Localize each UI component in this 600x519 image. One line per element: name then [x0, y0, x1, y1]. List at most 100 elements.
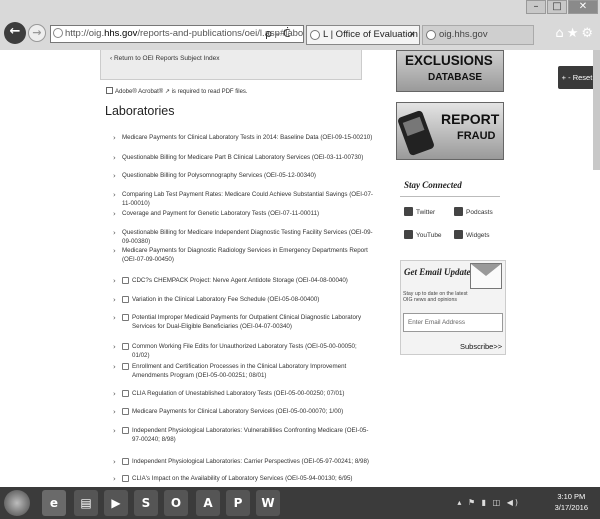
list-item[interactable]: › Independent Physiological Laboratories:… — [113, 458, 373, 467]
address-host: hhs.gov — [104, 28, 138, 39]
adobe-note-text[interactable]: Adobe® Acrobat® ↗ is required to read PD… — [115, 89, 248, 95]
report-link[interactable]: Coverage and Payment for Genetic Laborat… — [113, 210, 373, 219]
list-item[interactable]: › CDC?s CHEMPACK Project: Nerve Agent Ant… — [113, 277, 373, 286]
list-item[interactable]: › Questionable Billing for Medicare Indep… — [113, 229, 373, 246]
report-link[interactable]: Questionable Billing for Medicare Indepe… — [113, 229, 373, 246]
youtube-icon — [404, 230, 413, 239]
report-link[interactable]: Potential Improper Medicaid Payments for… — [113, 314, 373, 331]
report-fraud-banner[interactable]: REPORT FRAUD — [396, 102, 504, 160]
pdf-icon — [122, 427, 129, 434]
return-to-index-link[interactable]: ‹ Return to OEI Reports Subject Index — [110, 55, 219, 62]
exclusions-subtitle: DATABASE — [428, 72, 483, 83]
report-link[interactable]: Common Working File Edits for Unauthoriz… — [113, 343, 373, 360]
report-link[interactable]: Medicare Payments for Diagnostic Radiolo… — [113, 247, 373, 264]
back-button[interactable]: ← — [4, 22, 26, 44]
close-window-button[interactable]: ✕ — [568, 0, 598, 14]
stay-connected-heading: Stay Connected — [404, 180, 462, 190]
tab-oig-hhs-gov[interactable]: oig.hhs.gov — [422, 25, 534, 45]
web-page: ‹ Return to OEI Reports Subject Index Ad… — [0, 50, 600, 487]
home-icon[interactable]: ⌂ — [555, 26, 566, 41]
window-controls: – □ ✕ — [526, 0, 598, 16]
exclusions-database-banner[interactable]: EXCLUSIONS DATABASE — [396, 50, 504, 92]
list-item[interactable]: › Medicare Payments for Clinical Laborato… — [113, 134, 373, 143]
twitter-link[interactable]: Twitter — [404, 207, 435, 216]
scrollbar[interactable] — [593, 50, 600, 170]
search-refresh-icons[interactable]: ρ - Ċ — [265, 27, 291, 40]
chevron-right-icon: › — [113, 134, 116, 142]
tab-favicon-icon — [426, 30, 436, 40]
subscribe-button[interactable]: Subscribe>> — [460, 342, 502, 351]
start-button[interactable] — [4, 490, 30, 516]
report-link[interactable]: Variation in the Clinical Laboratory Fee… — [113, 296, 373, 305]
list-item[interactable]: › Potential Improper Medicaid Payments fo… — [113, 314, 373, 331]
chevron-right-icon: › — [113, 296, 116, 304]
internet-explorer-icon[interactable]: e — [42, 490, 66, 516]
email-input[interactable]: Enter Email Address — [403, 313, 503, 332]
report-link[interactable]: Enrollment and Certification Processes i… — [113, 363, 373, 380]
list-item[interactable]: › Common Working File Edits for Unauthori… — [113, 343, 373, 360]
list-item[interactable]: › Independent Physiological Laboratories:… — [113, 427, 373, 444]
publisher-icon[interactable]: P — [226, 490, 250, 516]
media-player-icon[interactable]: ▶ — [104, 490, 128, 516]
file-explorer-icon[interactable]: ▤ — [74, 490, 98, 516]
text-size-reset-button[interactable]: + - Reset — [558, 66, 596, 89]
report-link[interactable]: CDC?s CHEMPACK Project: Nerve Agent Anti… — [113, 277, 373, 286]
chevron-right-icon: › — [113, 172, 116, 180]
widgets-icon — [454, 230, 463, 239]
report-link[interactable]: Comparing Lab Test Payment Rates: Medica… — [113, 191, 373, 208]
youtube-link[interactable]: YouTube — [404, 230, 442, 239]
system-tray[interactable]: ▴ ⚑ ▮ ◫ ◀) — [457, 498, 520, 507]
list-item[interactable]: › CLIA Regulation of Unestablished Labora… — [113, 390, 373, 399]
chevron-right-icon: › — [113, 390, 116, 398]
report-link[interactable]: Medicare Payments for Clinical Laborator… — [113, 134, 373, 143]
minimize-button[interactable]: – — [526, 0, 546, 14]
report-link[interactable]: Questionable Billing for Medicare Part B… — [113, 154, 373, 163]
report-link[interactable]: CLIA's Impact on the Availability of Lab… — [113, 475, 373, 484]
tab-close-icon[interactable]: × — [409, 26, 415, 44]
windows-taskbar: e ▤ ▶ S O A P W ▴ ⚑ ▮ ◫ ◀) 3:10 PM 3/17/2016 — [0, 487, 600, 519]
envelope-icon — [470, 263, 502, 289]
list-item[interactable]: › Questionable Billing for Polysomnograph… — [113, 172, 373, 181]
report-link[interactable]: Questionable Billing for Polysomnography… — [113, 172, 373, 181]
list-item[interactable]: › Medicare Payments for Clinical Laborato… — [113, 408, 373, 417]
chevron-right-icon: › — [113, 314, 116, 322]
favorites-star-icon[interactable]: ★ — [567, 26, 582, 41]
pdf-icon — [122, 458, 129, 465]
pdf-icon — [122, 277, 129, 284]
forward-button[interactable]: → — [28, 24, 46, 42]
exclusions-title: EXCLUSIONS — [405, 53, 493, 68]
list-item[interactable]: › Questionable Billing for Medicare Part … — [113, 154, 373, 163]
report-link[interactable]: CLIA Regulation of Unestablished Laborat… — [113, 390, 373, 399]
twitter-icon — [404, 207, 413, 216]
list-item[interactable]: › Medicare Payments for Diagnostic Radiol… — [113, 247, 373, 264]
report-link[interactable]: Independent Physiological Laboratories: … — [113, 427, 373, 444]
chevron-right-icon: › — [113, 427, 116, 435]
list-item[interactable]: › CLIA's Impact on the Availability of La… — [113, 475, 373, 484]
word-icon[interactable]: W — [256, 490, 280, 516]
maximize-button[interactable]: □ — [547, 0, 567, 14]
chevron-right-icon: › — [113, 277, 116, 285]
podcasts-link[interactable]: Podcasts — [454, 207, 493, 216]
list-item[interactable]: › Comparing Lab Test Payment Rates: Medic… — [113, 191, 373, 208]
skype-icon[interactable]: S — [134, 490, 158, 516]
acrobat-icon[interactable]: A — [196, 490, 220, 516]
tab-office-of-evaluation[interactable]: L | Office of Evaluation and ... × — [306, 25, 420, 45]
pdf-icon — [122, 408, 129, 415]
pdf-icon — [122, 343, 129, 350]
chevron-right-icon: › — [113, 343, 116, 351]
widgets-link[interactable]: Widgets — [454, 230, 489, 239]
settings-gear-icon[interactable]: ⚙ — [581, 26, 596, 41]
clock[interactable]: 3:10 PM 3/17/2016 — [555, 491, 588, 513]
list-item[interactable]: › Variation in the Clinical Laboratory Fe… — [113, 296, 373, 305]
report-link[interactable]: Medicare Payments for Clinical Laborator… — [113, 408, 373, 417]
outlook-icon[interactable]: O — [164, 490, 188, 516]
divider — [400, 196, 500, 197]
list-item[interactable]: › Coverage and Payment for Genetic Labora… — [113, 210, 373, 219]
tab-favicon-icon — [310, 30, 320, 40]
twitter-label: Twitter — [416, 209, 436, 216]
report-link[interactable]: Independent Physiological Laboratories: … — [113, 458, 373, 467]
list-item[interactable]: › Enrollment and Certification Processes … — [113, 363, 373, 380]
email-updates-heading: Get Email Updates — [404, 267, 474, 277]
phone-icon — [396, 109, 436, 157]
browser-toolbar-icons: ⌂★⚙ — [555, 26, 596, 41]
